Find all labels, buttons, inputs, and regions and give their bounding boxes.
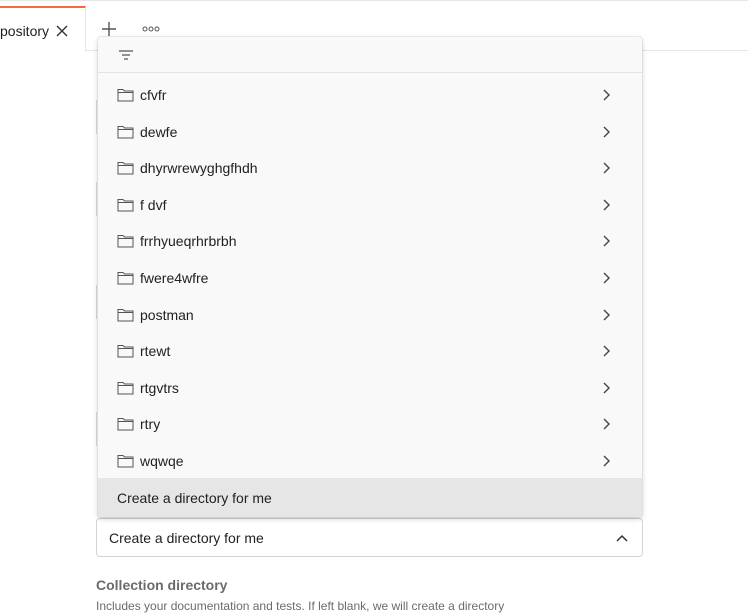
- directory-list-item[interactable]: postman: [98, 297, 642, 333]
- close-icon[interactable]: [55, 24, 69, 38]
- directory-name: rtewt: [140, 343, 171, 360]
- directory-list-item[interactable]: cfvfr: [98, 77, 642, 113]
- directory-list-item[interactable]: fwere4wfre: [98, 260, 642, 296]
- chevron-right-icon: [603, 89, 610, 101]
- directory-dropdown: cfvfr dewfe dhyrwrewyghgfhdh f dvf frrhyueqr…: [98, 37, 642, 517]
- directory-name: wqwqe: [140, 453, 184, 469]
- chevron-right-icon: [603, 126, 610, 138]
- tab-title: pository: [0, 23, 50, 39]
- folder-icon: [117, 418, 134, 431]
- directory-name: cfvfr: [140, 87, 167, 103]
- folder-icon: [117, 345, 134, 358]
- directory-list-item[interactable]: dhyrwrewyghgfhdh: [98, 150, 642, 186]
- chevron-up-icon: [616, 534, 628, 542]
- directory-name: postman: [140, 306, 194, 323]
- directory-select-value: Create a directory for me: [109, 530, 264, 546]
- directory-list-item[interactable]: f dvf: [98, 187, 642, 223]
- chevron-right-icon: [603, 162, 610, 174]
- folder-icon: [117, 272, 134, 285]
- folder-icon: [117, 235, 134, 248]
- directory-select[interactable]: Create a directory for me: [96, 518, 643, 557]
- folder-icon: [117, 198, 134, 212]
- more-options-icon[interactable]: [142, 26, 160, 32]
- create-directory-label: Create a directory for me: [117, 490, 272, 506]
- directory-name: dhyrwrewyghgfhdh: [140, 160, 258, 177]
- chevron-right-icon: [603, 272, 610, 284]
- chevron-right-icon: [603, 455, 610, 467]
- plus-icon[interactable]: [101, 21, 117, 37]
- directory-name: f dvf: [140, 196, 167, 213]
- collection-directory-help: Includes your documentation and tests. I…: [96, 599, 505, 613]
- directory-name: rtgvtrs: [140, 379, 179, 396]
- directory-name: rtry: [140, 416, 161, 433]
- folder-icon: [117, 162, 134, 175]
- tab-active[interactable]: pository: [0, 6, 86, 52]
- directory-name: frrhyueqrhrbrbh: [140, 233, 237, 250]
- chevron-right-icon: [603, 382, 610, 394]
- directory-name: fwere4wfre: [140, 270, 209, 286]
- directory-name: dewfe: [140, 123, 178, 140]
- directory-list-item[interactable]: rtry: [98, 406, 642, 442]
- folder-icon: [117, 308, 134, 322]
- directory-list-item[interactable]: rtgvtrs: [98, 370, 642, 406]
- directory-list-item[interactable]: rtewt: [98, 333, 642, 369]
- dropdown-header: [98, 37, 642, 73]
- chevron-right-icon: [603, 309, 610, 321]
- chevron-right-icon: [603, 418, 610, 430]
- create-directory-option[interactable]: Create a directory for me: [98, 478, 642, 517]
- directory-list-item[interactable]: frrhyueqrhrbrbh: [98, 223, 642, 259]
- collection-directory-label: Collection directory: [96, 577, 228, 593]
- chevron-right-icon: [603, 199, 610, 211]
- directory-list-item[interactable]: dewfe: [98, 114, 642, 150]
- folder-icon: [117, 381, 134, 395]
- folder-icon: [117, 89, 134, 102]
- chevron-right-icon: [603, 235, 610, 247]
- folder-icon: [117, 125, 134, 139]
- filter-icon[interactable]: [118, 47, 134, 63]
- directory-list-item[interactable]: wqwqe: [98, 443, 642, 479]
- folder-icon: [117, 455, 134, 468]
- chevron-right-icon: [603, 345, 610, 357]
